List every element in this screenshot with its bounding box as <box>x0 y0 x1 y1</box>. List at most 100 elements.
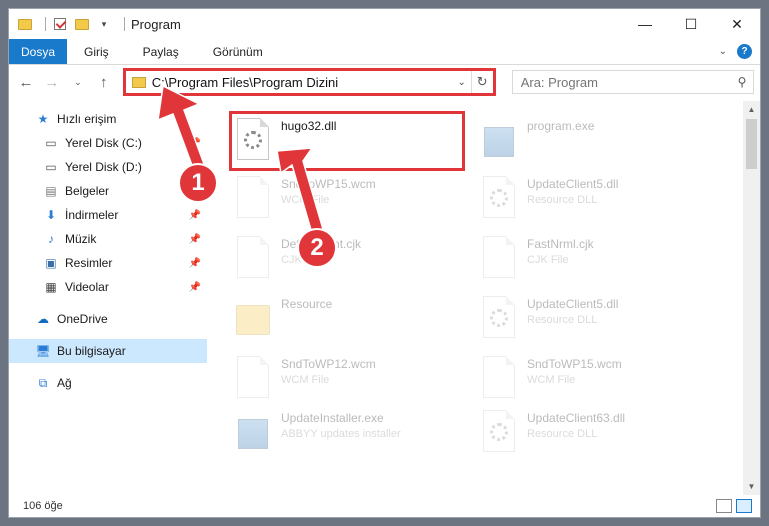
pin-icon: 📌 <box>188 281 201 293</box>
file-name: program.exe <box>527 119 595 133</box>
file-item[interactable]: UpdateClient5.dll Resource DLL <box>479 173 618 229</box>
item-count: 106 öğe <box>23 500 63 512</box>
file-item[interactable]: SndToWP15.wcm WCM File <box>233 173 376 229</box>
file-name: UpdateClient63.dll <box>527 411 626 425</box>
close-button[interactable]: ✕ <box>714 9 760 39</box>
customize-toolbar-icon[interactable]: ▾ <box>96 16 112 32</box>
title-bar: ▾ Program — ☐ ✕ <box>9 9 760 39</box>
dll-file-icon <box>483 296 515 338</box>
address-dropdown-icon[interactable]: ⌄ <box>453 77 471 88</box>
pictures-icon: ▣ <box>45 256 57 270</box>
file-icon <box>483 236 515 278</box>
file-name: UpdateClient5.dll <box>527 297 619 311</box>
navigation-pane: ★ Hızlı erişim ▭ Yerel Disk (C:) 📌 ▭ Yer… <box>9 101 207 495</box>
file-icon <box>483 356 515 398</box>
forward-button[interactable]: → <box>41 71 63 93</box>
status-bar: 106 öğe <box>9 495 760 517</box>
new-folder-icon[interactable] <box>74 16 90 32</box>
file-item[interactable]: SndToWP15.wcm WCM File <box>479 353 622 409</box>
nav-label: Hızlı erişim <box>57 112 117 126</box>
file-item[interactable]: program.exe <box>479 115 594 171</box>
file-type: Resource DLL <box>527 194 598 206</box>
computer-icon: 🖥 <box>35 344 51 358</box>
refresh-icon[interactable]: ↻ <box>470 71 493 93</box>
music-icon: ♪ <box>48 232 54 246</box>
search-icon[interactable]: ⚲ <box>731 75 753 89</box>
details-view-icon[interactable] <box>716 499 732 513</box>
file-item[interactable]: UpdateInstaller.exe ABBYY updates install… <box>233 407 401 463</box>
nav-downloads[interactable]: ⬇ İndirmeler 📌 <box>9 203 207 227</box>
search-box[interactable]: ⚲ <box>511 70 755 94</box>
recent-dropdown-icon[interactable]: ⌄ <box>67 71 89 93</box>
step-1-badge: 1 <box>178 163 218 203</box>
dll-file-icon <box>483 410 515 452</box>
address-bar[interactable]: C:\Program Files\Program Dizini ⌄ ↻ <box>122 68 496 96</box>
nav-music[interactable]: ♪ Müzik 📌 <box>9 227 207 251</box>
file-type: WCM File <box>281 194 330 206</box>
download-icon: ⬇ <box>45 208 57 222</box>
file-type: WCM File <box>281 374 330 386</box>
tab-share[interactable]: Paylaş <box>126 39 196 64</box>
vertical-scrollbar[interactable]: ▲ ▼ <box>743 101 760 495</box>
folder-icon <box>131 76 146 88</box>
nav-quick-access[interactable]: ★ Hızlı erişim <box>9 107 207 131</box>
window-title: Program <box>131 16 181 32</box>
properties-icon[interactable] <box>52 16 68 32</box>
documents-icon: ▤ <box>45 184 57 198</box>
scroll-up-icon[interactable]: ▲ <box>743 101 760 118</box>
nav-onedrive[interactable]: ☁ OneDrive <box>9 307 207 331</box>
exe-file-icon <box>484 127 514 157</box>
expand-ribbon-icon[interactable]: ⌄ <box>719 46 727 57</box>
nav-label: Resimler <box>65 256 113 270</box>
large-icons-view-icon[interactable] <box>736 499 752 513</box>
file-name: SndToWP15.wcm <box>281 177 376 191</box>
address-row: ← → ⌄ ↑ C:\Program Files\Program Dizini … <box>9 65 760 99</box>
nav-local-disk-c[interactable]: ▭ Yerel Disk (C:) 📌 <box>9 131 207 155</box>
file-item[interactable]: Resource <box>233 293 332 349</box>
back-button[interactable]: ← <box>15 71 37 93</box>
nav-label: Videolar <box>65 280 109 294</box>
nav-local-disk-d[interactable]: ▭ Yerel Disk (D:) <box>9 155 207 179</box>
file-icon <box>237 176 269 218</box>
nav-label: Müzik <box>65 232 97 246</box>
nav-network[interactable]: ⧉ Ağ <box>9 371 207 395</box>
nav-label: Ağ <box>57 376 72 390</box>
nav-label: Bu bilgisayar <box>57 344 126 358</box>
nav-videos[interactable]: ▦ Videolar 📌 <box>9 275 207 299</box>
up-button[interactable]: ↑ <box>93 71 115 93</box>
maximize-button[interactable]: ☐ <box>668 9 714 39</box>
file-item[interactable]: UpdateClient63.dll Resource DLL <box>479 407 625 463</box>
file-item[interactable]: SndToWP12.wcm WCM File <box>233 353 376 409</box>
tab-view[interactable]: Görünüm <box>196 39 280 64</box>
explorer-window: ▾ Program — ☐ ✕ Dosya Giriş Paylaş Görün… <box>8 8 761 518</box>
nav-label: Yerel Disk (D:) <box>65 160 142 174</box>
nav-pictures[interactable]: ▣ Resimler 📌 <box>9 251 207 275</box>
help-icon[interactable]: ? <box>737 44 752 59</box>
file-highlight-box <box>229 111 465 171</box>
file-type: WCM File <box>527 374 576 386</box>
tab-home[interactable]: Giriş <box>67 39 126 64</box>
file-icon <box>237 236 269 278</box>
file-list: hugo32.dll program.exe SndToWP15.wcm WCM … <box>207 101 760 495</box>
tab-file[interactable]: Dosya <box>9 39 67 64</box>
file-item[interactable]: UpdateClient5.dll Resource DLL <box>479 293 618 349</box>
file-item[interactable]: FastNrml.cjk CJK File <box>479 233 594 289</box>
file-type: Resource DLL <box>527 428 598 440</box>
scroll-down-icon[interactable]: ▼ <box>743 478 760 495</box>
pin-icon: 📌 <box>188 137 201 149</box>
minimize-button[interactable]: — <box>622 9 668 39</box>
file-type: Resource DLL <box>527 314 598 326</box>
star-icon: ★ <box>37 112 49 126</box>
drive-icon: ▭ <box>45 136 57 150</box>
address-path[interactable]: C:\Program Files\Program Dizini <box>152 75 453 90</box>
file-type: CJK File <box>527 254 569 266</box>
scroll-thumb[interactable] <box>746 119 757 169</box>
drive-icon: ▭ <box>45 160 57 174</box>
file-name: UpdateInstaller.exe <box>281 411 384 425</box>
nav-this-pc[interactable]: 🖥 Bu bilgisayar <box>9 339 207 363</box>
file-name: SndToWP12.wcm <box>281 357 376 371</box>
folder-icon <box>236 305 270 335</box>
search-input[interactable] <box>520 74 732 90</box>
folder-icon <box>17 16 33 32</box>
pin-icon: 📌 <box>188 257 201 269</box>
